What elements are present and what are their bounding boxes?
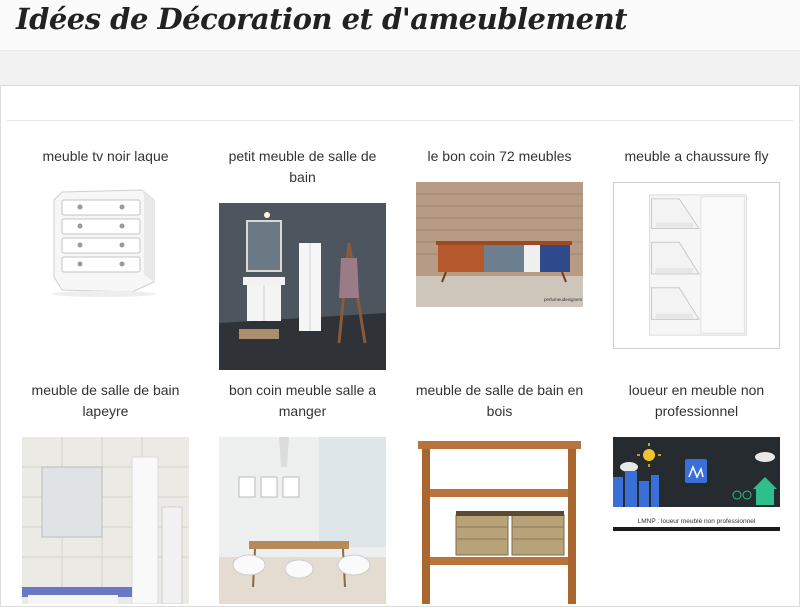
white-chest-of-drawers-image[interactable]: [22, 182, 189, 349]
card-title[interactable]: meuble de salle de bain lapeyre: [18, 380, 193, 422]
wood-sideboard-image[interactable]: perlumeudesigners: [416, 182, 583, 307]
site-title-link[interactable]: Idées de Décoration et d'ameublement: [16, 2, 628, 36]
teak-bathroom-shelf-image[interactable]: [416, 437, 583, 604]
gallery-card[interactable]: le bon coin 72 meubles perlumeudesigners: [401, 146, 598, 370]
image-caption: perlumeudesigners: [544, 297, 583, 302]
card-title[interactable]: bon coin meuble salle a manger: [215, 380, 390, 422]
card-title[interactable]: meuble de salle de bain en bois: [412, 380, 587, 422]
gallery-card[interactable]: loueur en meuble non professionnel LMNP …: [598, 380, 795, 604]
bathroom-vanity-image[interactable]: [219, 203, 386, 370]
card-title[interactable]: meuble tv noir laque: [18, 146, 193, 167]
content-panel: meuble tv noir laque petit meuble de sal…: [0, 85, 800, 607]
card-title[interactable]: meuble a chaussure fly: [609, 146, 784, 167]
gallery-card[interactable]: petit meuble de salle de bain: [204, 146, 401, 370]
white-shoe-cabinet-image[interactable]: [613, 182, 780, 349]
gallery-card[interactable]: meuble de salle de bain en bois: [401, 380, 598, 604]
white-tiled-bathroom-image[interactable]: [22, 437, 189, 604]
image-caption: LMNP : loueur meublé non professionnel: [638, 518, 756, 525]
gallery-card[interactable]: meuble a chaussure fly: [598, 146, 795, 370]
card-title[interactable]: le bon coin 72 meubles: [412, 146, 587, 167]
gallery-card[interactable]: meuble tv noir laque: [7, 146, 204, 370]
divider: [7, 120, 793, 121]
site-header: Idées de Décoration et d'ameublement: [0, 0, 800, 51]
card-title[interactable]: petit meuble de salle de bain: [215, 146, 390, 188]
card-title[interactable]: loueur en meuble non professionnel: [609, 380, 784, 422]
lmnp-illustration-image[interactable]: LMNP : loueur meublé non professionnel: [613, 437, 780, 531]
gallery-grid: meuble tv noir laque petit meuble de sal…: [7, 146, 793, 604]
bright-dining-room-image[interactable]: [219, 437, 386, 604]
gallery-card[interactable]: meuble de salle de bain lapeyre: [7, 380, 204, 604]
gallery-card[interactable]: bon coin meuble salle a manger: [204, 380, 401, 604]
